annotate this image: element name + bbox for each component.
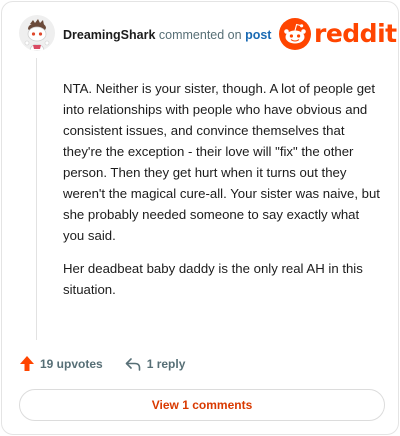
comment-actions: 19 upvotes 1 reply (19, 355, 185, 372)
commented-on-label: commented on (158, 28, 242, 42)
upvote-arrow-icon (20, 356, 34, 371)
comment-paragraph: Her deadbeat baby daddy is the only real… (63, 261, 363, 297)
reddit-alien-icon (279, 18, 311, 50)
post-link[interactable]: post (245, 28, 271, 42)
reddit-logo[interactable]: reddit (279, 18, 397, 50)
reply-button[interactable]: 1 reply (125, 356, 186, 371)
view-comments-button[interactable]: View 1 comments (19, 389, 385, 421)
comment-header: DreamingShark commented on post (63, 28, 271, 42)
reply-count: 1 reply (146, 356, 186, 371)
upvote-count: 19 upvotes (40, 356, 103, 371)
avatar[interactable] (19, 15, 55, 51)
avatar-snoo-icon (19, 15, 55, 51)
reply-arrow-icon (125, 357, 141, 371)
reddit-wordmark: reddit (314, 19, 397, 48)
comment-body: NTA. Neither is your sister, though. A l… (63, 78, 381, 312)
comment-paragraph: NTA. Neither is your sister, though. A l… (63, 81, 380, 243)
comment-card: DreamingShark commented on post reddit N… (1, 1, 399, 435)
upvote-button[interactable]: 19 upvotes (19, 355, 103, 372)
username[interactable]: DreamingShark (63, 28, 155, 42)
thread-line[interactable] (36, 58, 37, 340)
